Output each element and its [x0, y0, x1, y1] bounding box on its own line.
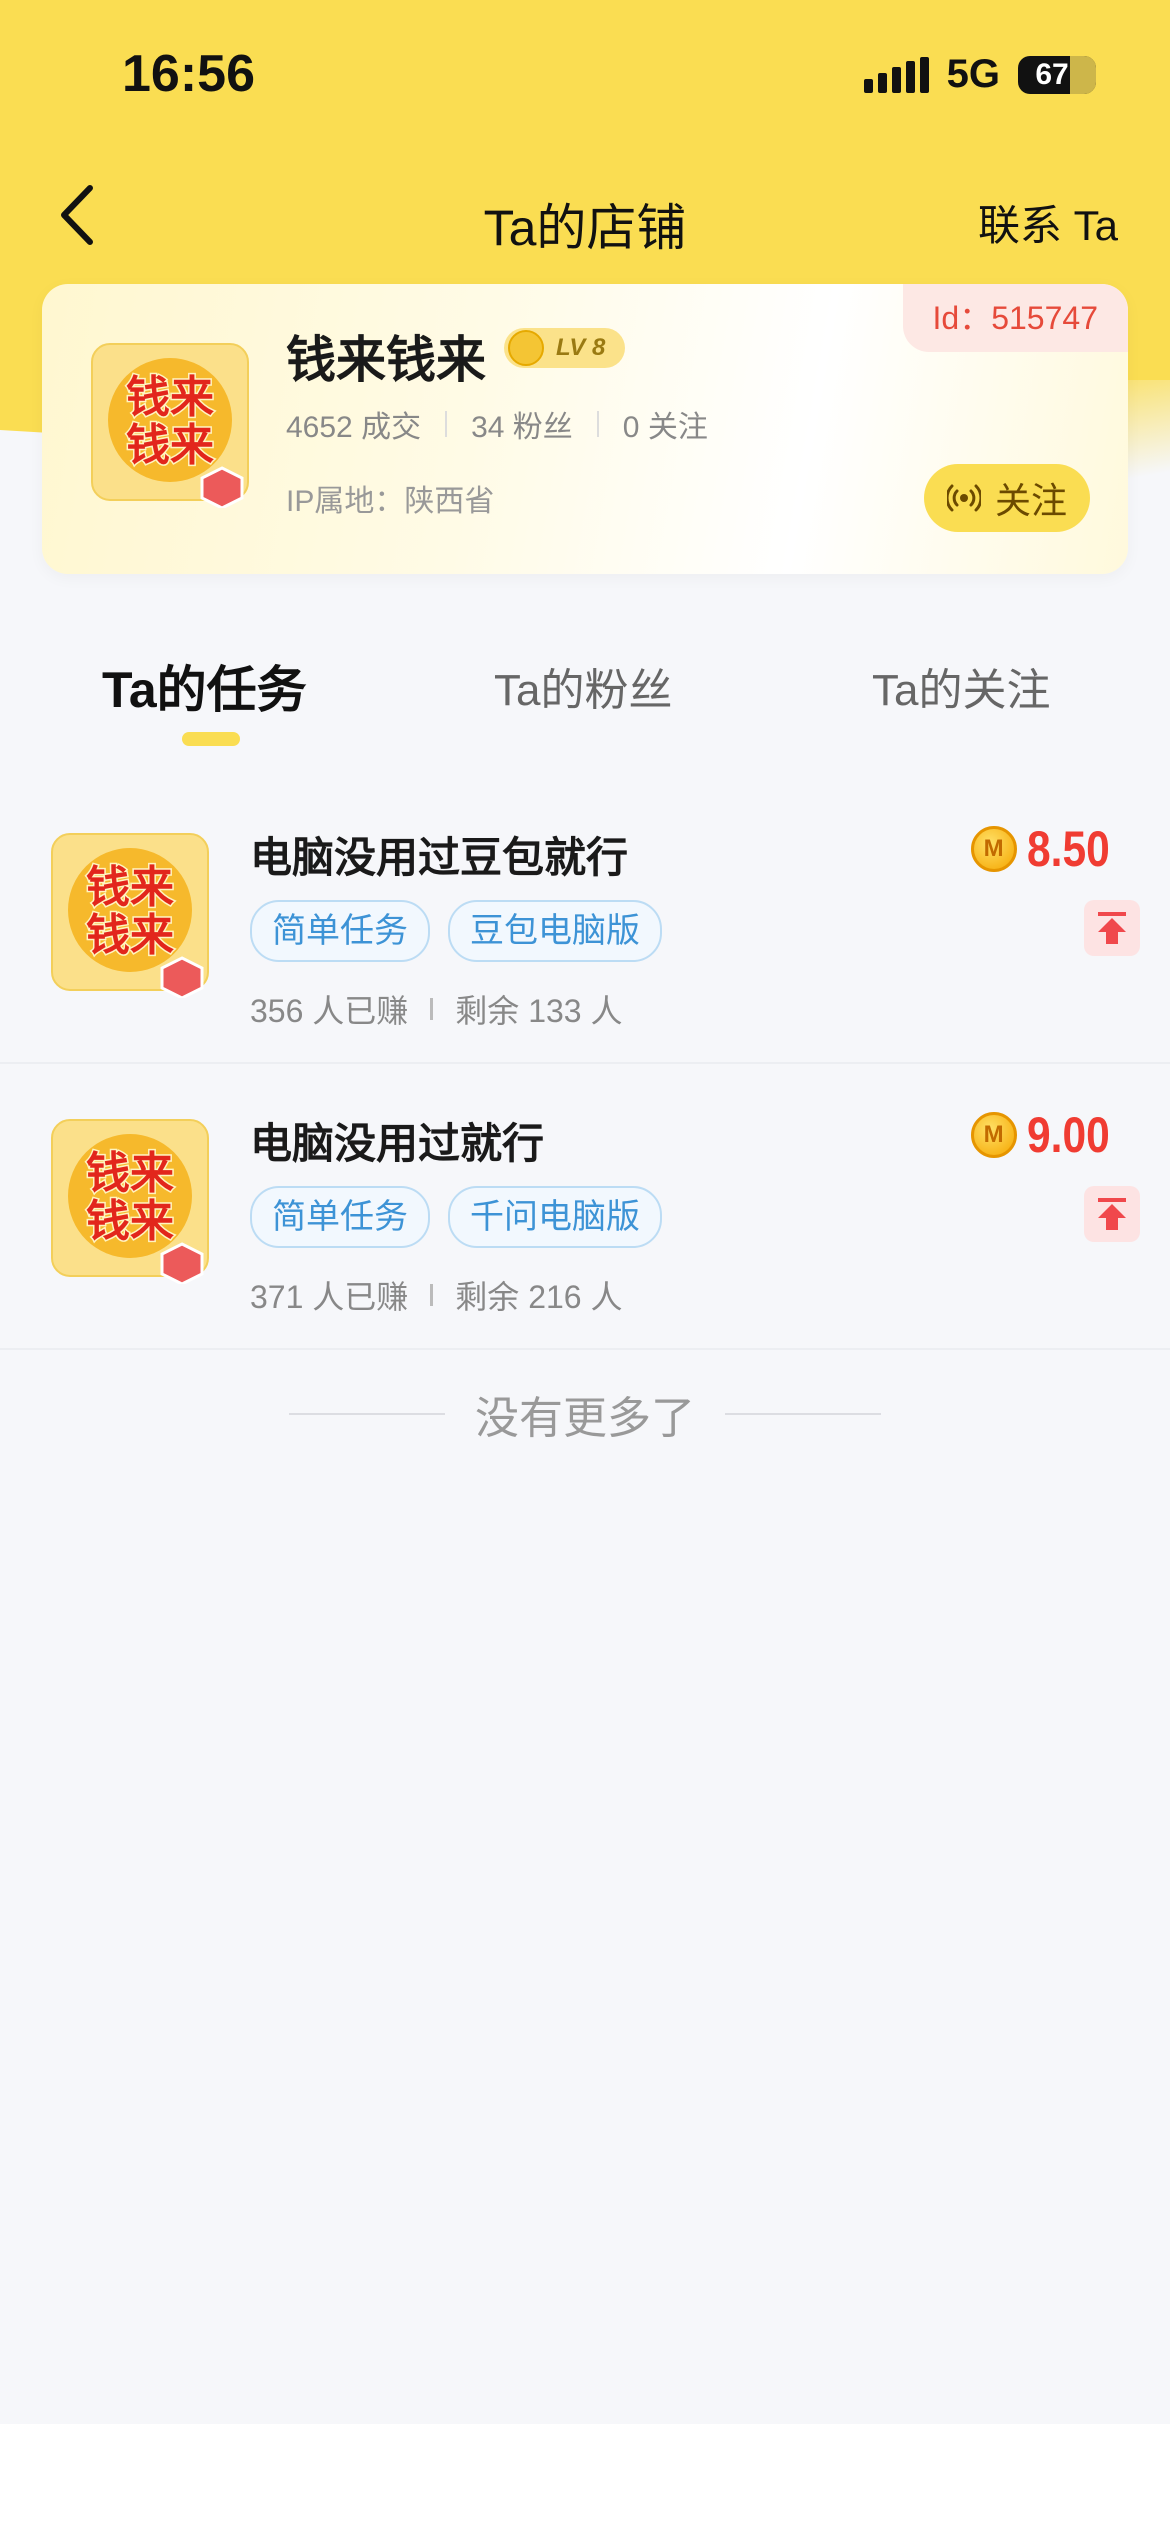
avatar-text-bottom: 钱来	[126, 420, 214, 471]
task-meta: 371 人已赚 剩余 216 人	[250, 1272, 622, 1318]
divider	[596, 411, 599, 437]
task-earned: 371 人已赚	[250, 1279, 409, 1315]
status-time: 16:56	[122, 45, 255, 103]
tab-tasks[interactable]: Ta的任务	[102, 650, 307, 722]
shop-stats: 4652 成交 34 粉丝 0 关注	[286, 402, 708, 446]
medal-icon	[508, 330, 544, 366]
tab-fans[interactable]: Ta的粉丝	[494, 654, 672, 718]
divider	[430, 1284, 434, 1306]
task-remaining: 剩余 216 人	[455, 1279, 623, 1315]
divider	[445, 411, 448, 437]
signal-icon	[863, 56, 929, 93]
coin-icon: M	[970, 826, 1017, 872]
thumb-text-bottom: 钱来	[86, 910, 174, 961]
no-more-indicator: 没有更多了	[0, 1382, 1170, 1446]
task-tags: 简单任务 豆包电脑版	[250, 900, 662, 962]
level-badge: LV 8	[504, 328, 626, 368]
battery-level: 67	[1035, 57, 1069, 91]
task-price: M 9.00	[970, 1106, 1124, 1164]
follow-label: 关注	[994, 480, 1067, 521]
thumb-text-bottom: 钱来	[86, 1196, 174, 1247]
task-tag: 简单任务	[250, 900, 430, 962]
bottom-bar	[0, 2424, 1170, 2532]
shop-name: 钱来钱来	[286, 332, 486, 388]
tab-active-indicator	[182, 732, 240, 746]
status-indicators: 5G 67	[863, 52, 1096, 97]
divider	[430, 998, 434, 1020]
stat-fans: 34 粉丝	[471, 411, 573, 444]
task-item[interactable]: 钱来 钱来 电脑没用过豆包就行 简单任务 豆包电脑版 356 人已赚 剩余 13…	[0, 776, 1170, 1064]
task-tag: 简单任务	[250, 1186, 430, 1248]
avatar-text-top: 钱来	[126, 372, 214, 423]
task-thumbnail: 钱来 钱来	[51, 833, 209, 998]
pin-top-icon[interactable]	[1084, 1186, 1140, 1242]
divider	[289, 1413, 445, 1415]
task-remaining: 剩余 133 人	[455, 993, 623, 1029]
coin-icon: M	[970, 1112, 1017, 1158]
task-meta: 356 人已赚 剩余 133 人	[250, 986, 622, 1032]
task-title: 电脑没用过豆包就行	[250, 834, 629, 881]
thumb-text-top: 钱来	[86, 862, 174, 913]
task-tag: 豆包电脑版	[448, 900, 662, 962]
thumb-text-top: 钱来	[86, 1148, 174, 1199]
ip-location: IP属地：陕西省	[286, 485, 495, 518]
task-earned: 356 人已赚	[250, 993, 409, 1029]
task-thumbnail: 钱来 钱来	[51, 1119, 209, 1284]
price-value: 9.00	[1026, 1107, 1110, 1163]
contact-button[interactable]: 联系 Ta	[978, 192, 1118, 253]
level-text: LV 8	[556, 334, 606, 361]
tab-following[interactable]: Ta的关注	[872, 654, 1050, 718]
divider	[725, 1413, 881, 1415]
price-value: 8.50	[1026, 821, 1110, 877]
follow-button[interactable]: 关注	[924, 464, 1090, 532]
shop-avatar: 钱来 钱来	[91, 343, 249, 508]
stat-following: 0 关注	[622, 411, 708, 444]
battery-icon: 67	[1018, 55, 1096, 94]
task-price: M 8.50	[970, 820, 1124, 878]
task-title: 电脑没用过就行	[250, 1120, 545, 1167]
task-item[interactable]: 钱来 钱来 电脑没用过就行 简单任务 千问电脑版 371 人已赚 剩余 216 …	[0, 1062, 1170, 1350]
broadcast-icon	[946, 484, 981, 512]
stat-deals: 4652 成交	[286, 411, 422, 444]
no-more-text: 没有更多了	[475, 1394, 695, 1443]
shop-id-badge: Id：515747	[902, 284, 1128, 352]
pin-top-icon[interactable]	[1084, 900, 1140, 956]
task-tags: 简单任务 千问电脑版	[250, 1186, 662, 1248]
task-tag: 千问电脑版	[448, 1186, 662, 1248]
network-type: 5G	[946, 52, 1000, 96]
shop-card: Id：515747 钱来 钱来 钱来钱来 LV 8 4652 成交 34 粉丝 …	[42, 284, 1128, 574]
